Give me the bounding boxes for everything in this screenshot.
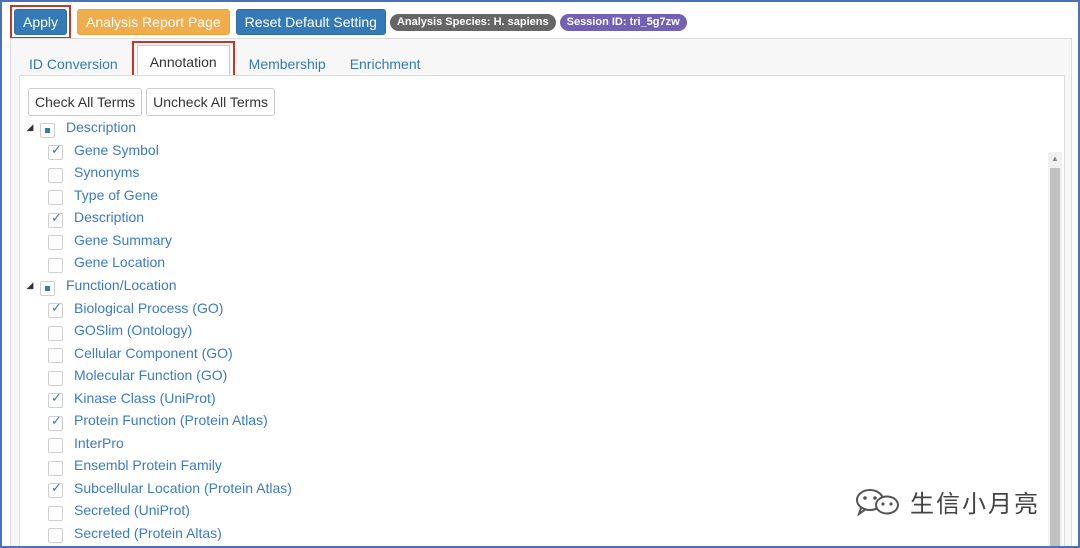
tree-item: Gene Symbol [48, 139, 159, 161]
term-checkbox[interactable] [48, 370, 63, 386]
term-checkbox[interactable] [48, 391, 63, 408]
term-label: Synonyms [74, 164, 140, 180]
term-checkbox[interactable] [48, 167, 63, 183]
watermark-text: 生信小月亮 [910, 490, 1040, 518]
reset-default-button[interactable]: Reset Default Setting [235, 9, 386, 35]
annotation-content: Check All Terms Uncheck All Terms ◢ Desc… [19, 75, 1065, 546]
tree-item: Subcellular Location (Protein Atlas) [48, 477, 292, 499]
tree-scrollbar[interactable]: ▲ [1048, 152, 1062, 546]
term-checkbox[interactable] [48, 460, 63, 476]
tab-annotation[interactable]: Annotation [136, 45, 230, 77]
term-label: Gene Location [74, 254, 166, 270]
tree-group-description: ◢ Description [24, 116, 136, 138]
tree-item: Protein Function (Protein Atlas) [48, 409, 268, 431]
scroll-up-arrow-icon[interactable]: ▲ [1048, 152, 1062, 166]
session-badge: Session ID: tri_5g7zw [559, 13, 687, 31]
tree-item: Ensembl Protein Family [48, 454, 222, 476]
tab-bar: ID Conversion Annotation Membership Enri… [21, 41, 433, 79]
term-checkbox[interactable] [48, 143, 63, 160]
term-label: Molecular Function (GO) [74, 367, 228, 383]
tree-item: Type of Gene [48, 184, 158, 206]
term-checkbox[interactable] [48, 325, 63, 341]
term-label: Type of Gene [74, 186, 159, 203]
term-checkbox[interactable] [48, 235, 63, 250]
tree-item: Gene Location [48, 251, 165, 273]
term-checkbox[interactable] [48, 505, 63, 521]
tree-item: GOSlim (Ontology) [48, 319, 192, 341]
term-checkbox[interactable] [48, 528, 63, 543]
collapse-triangle-icon[interactable]: ◢ [24, 122, 36, 133]
term-label: Gene Symbol [74, 141, 159, 158]
wechat-logo-icon [856, 488, 899, 517]
term-label: Subcellular Location (Protein Atlas) [74, 479, 292, 496]
term-label: Protein Function (Protein Atlas) [74, 412, 268, 428]
term-actions: Check All Terms Uncheck All Terms [28, 88, 279, 116]
tree-item: Description [48, 206, 144, 228]
term-checkbox[interactable] [48, 190, 63, 205]
tree-item: Gene Summary [48, 229, 172, 251]
app-frame: Apply Analysis Report Page Reset Default… [0, 0, 1080, 548]
species-badge: Analysis Species: H. sapiens [389, 13, 556, 31]
term-checkbox[interactable] [48, 438, 63, 453]
term-checkbox[interactable] [48, 348, 63, 363]
analysis-report-button[interactable]: Analysis Report Page [77, 9, 230, 35]
term-label: Biological Process (GO) [74, 299, 224, 316]
term-checkbox[interactable] [48, 257, 63, 273]
tree-item: Biological Process (GO) [48, 297, 223, 319]
term-label: InterPro [74, 434, 124, 451]
tree-item: InterPro [48, 432, 124, 454]
term-label: Secreted (Protein Altas) [74, 524, 222, 541]
term-checkbox[interactable] [48, 211, 63, 228]
term-label: Secreted (UniProt) [74, 502, 190, 518]
term-label: Gene Summary [74, 231, 173, 248]
annotation-tab-highlight: Annotation [131, 41, 235, 79]
tree-group-label: Description [66, 119, 137, 135]
collapse-triangle-icon[interactable]: ◢ [24, 280, 36, 291]
scroll-thumb[interactable] [1050, 168, 1060, 546]
term-label: Cellular Component (GO) [74, 344, 233, 361]
term-label: GOSlim (Ontology) [74, 322, 193, 338]
watermark: 生信小月亮 [852, 484, 1040, 519]
tree-item: Synonyms [48, 161, 139, 183]
apply-highlight: Apply [10, 5, 72, 39]
term-label: Description [74, 209, 145, 225]
term-label: Ensembl Protein Family [74, 457, 222, 473]
toolbar: Apply Analysis Report Page Reset Default… [10, 5, 687, 39]
term-label: Kinase Class (UniProt) [74, 389, 216, 406]
tree-item: Secreted (UniProt) [48, 499, 190, 521]
uncheck-all-terms-button[interactable]: Uncheck All Terms [146, 88, 276, 116]
term-checkbox[interactable] [48, 301, 63, 318]
tree-group-function-location: ◢ Function/Location [24, 274, 177, 296]
apply-button[interactable]: Apply [14, 9, 68, 35]
group-checkbox[interactable] [40, 280, 55, 296]
tree-group-label: Function/Location [66, 277, 177, 293]
settings-panel: ID Conversion Annotation Membership Enri… [10, 38, 1072, 546]
tree-item: Molecular Function (GO) [48, 364, 227, 386]
term-checkbox[interactable] [48, 414, 63, 431]
group-checkbox[interactable] [40, 122, 55, 138]
check-all-terms-button[interactable]: Check All Terms [28, 88, 143, 116]
tree-item: Kinase Class (UniProt) [48, 387, 216, 409]
tree-item: Secreted (Protein Altas) [48, 522, 222, 544]
tree-item: Cellular Component (GO) [48, 342, 233, 364]
term-checkbox[interactable] [48, 481, 63, 498]
